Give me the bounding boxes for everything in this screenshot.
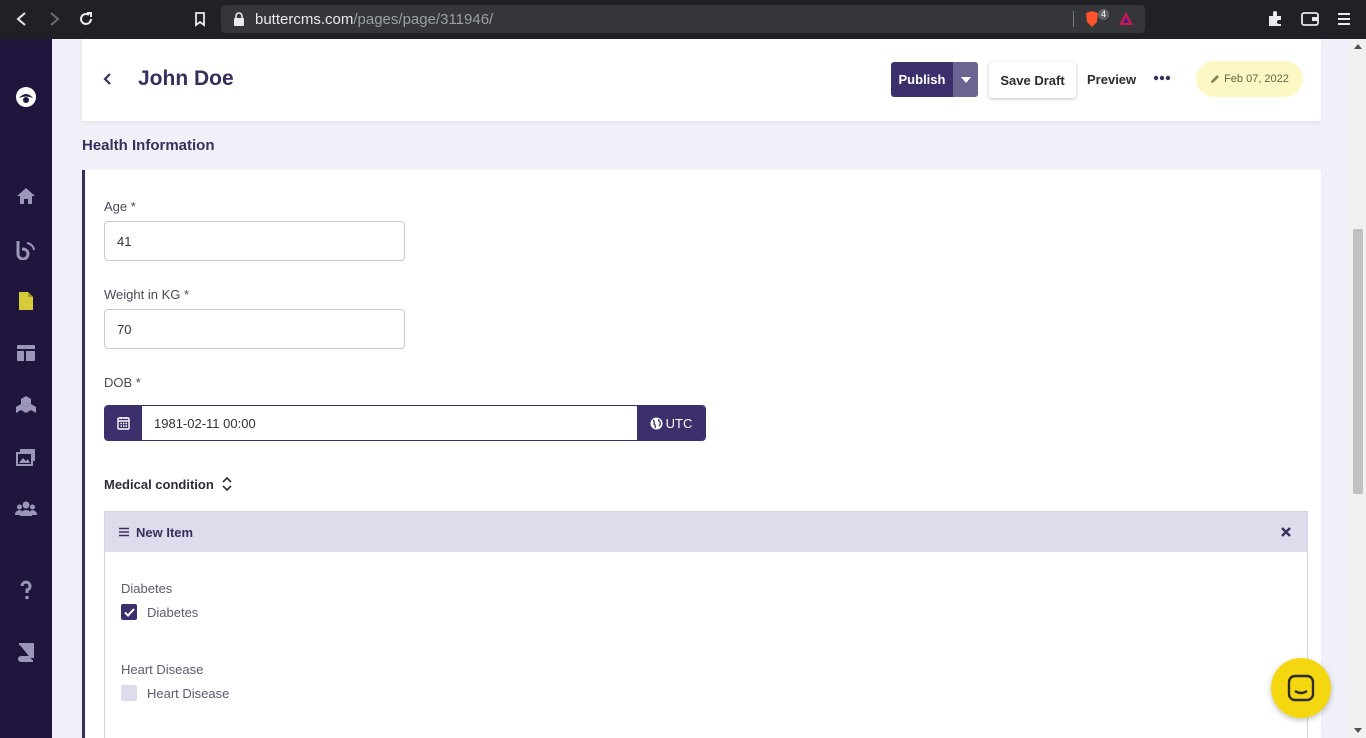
chat-icon: [1287, 674, 1315, 702]
weight-label: Weight in KG *: [104, 287, 190, 302]
heart-disease-checkbox[interactable]: [121, 685, 137, 701]
more-options-icon[interactable]: [1153, 71, 1171, 85]
timezone-button[interactable]: UTC: [637, 406, 705, 440]
sort-toggle-icon[interactable]: [222, 476, 232, 492]
diabetes-checkbox-row[interactable]: Diabetes: [121, 604, 198, 620]
age-label: Age *: [104, 199, 136, 214]
caret-down-icon: [960, 76, 971, 83]
publish-button-group: Publish: [891, 62, 978, 97]
diabetes-option-label: Diabetes: [147, 604, 199, 620]
publish-button[interactable]: Publish: [891, 62, 953, 97]
calendar-icon: [117, 417, 130, 430]
components-icon[interactable]: [15, 394, 37, 416]
repeater-item-title: New Item: [136, 524, 194, 540]
dob-datetime-picker: 1981-02-11 00:00 UTC: [104, 405, 706, 441]
close-icon[interactable]: [1279, 525, 1293, 539]
heart-disease-option-label: Heart Disease: [147, 685, 230, 701]
globe-icon: [650, 417, 663, 429]
users-icon[interactable]: [15, 498, 37, 520]
back-arrow-icon[interactable]: [12, 9, 32, 29]
health-info-form: Age * 41 Weight in KG * 70 DOB * 1981-02…: [82, 170, 1321, 738]
checkmark-icon: [123, 607, 135, 617]
media-icon[interactable]: [15, 446, 37, 468]
timezone-label: UTC: [665, 415, 693, 431]
address-bar[interactable]: buttercms.com/pages/page/311946/ 4: [221, 5, 1145, 33]
chat-widget-button[interactable]: [1271, 658, 1331, 718]
browser-toolbar: buttercms.com/pages/page/311946/ 4: [0, 0, 1366, 39]
blog-icon[interactable]: [15, 238, 37, 260]
repeater-item: New Item Diabetes Diabetes Heart Disease…: [104, 511, 1308, 738]
medical-condition-label: Medical condition: [104, 476, 214, 492]
pencil-icon: [1211, 75, 1220, 83]
save-draft-button[interactable]: Save Draft: [989, 62, 1076, 98]
dob-input[interactable]: 1981-02-11 00:00: [142, 406, 637, 440]
drag-handle-icon[interactable]: [119, 527, 129, 537]
calendar-button[interactable]: [105, 406, 142, 440]
preview-button[interactable]: Preview: [1087, 72, 1136, 87]
wallet-icon[interactable]: [1300, 10, 1320, 28]
dob-label: DOB *: [104, 375, 141, 390]
lock-icon: [234, 12, 244, 26]
forward-arrow-icon[interactable]: [44, 9, 64, 29]
scrollbar-thumb[interactable]: [1353, 229, 1363, 494]
publish-dropdown-button[interactable]: [953, 62, 978, 97]
last-edited-date: Feb 07, 2022: [1224, 73, 1289, 85]
section-title: Health Information: [82, 137, 215, 154]
heart-disease-checkbox-row[interactable]: Heart Disease: [121, 685, 229, 701]
page-title: John Doe: [138, 67, 234, 90]
menu-icon[interactable]: [1336, 10, 1352, 28]
diabetes-checkbox[interactable]: [121, 604, 137, 620]
app-sidebar: [0, 39, 52, 738]
age-input[interactable]: 41: [104, 221, 405, 261]
scroll-down-icon[interactable]: [1354, 728, 1362, 734]
weight-input[interactable]: 70: [104, 309, 405, 349]
medical-condition-header[interactable]: Medical condition: [104, 476, 232, 492]
scroll-up-icon[interactable]: [1354, 43, 1362, 49]
repeater-item-header[interactable]: New Item: [105, 512, 1307, 552]
collections-icon[interactable]: [15, 342, 37, 364]
bookmark-icon[interactable]: [190, 9, 210, 29]
page-scrollbar[interactable]: [1350, 39, 1366, 738]
page-header: John Doe Publish Save Draft Preview Feb …: [82, 39, 1321, 121]
home-icon[interactable]: [15, 185, 37, 207]
butter-logo-icon[interactable]: [15, 86, 37, 108]
diabetes-label: Diabetes: [121, 581, 173, 596]
reload-icon[interactable]: [76, 9, 96, 29]
last-edited-badge: Feb 07, 2022: [1196, 61, 1303, 97]
pages-icon[interactable]: [15, 290, 37, 312]
heart-disease-label: Heart Disease: [121, 662, 204, 677]
docs-book-icon[interactable]: [15, 641, 37, 663]
extensions-icon[interactable]: [1266, 10, 1284, 28]
back-chevron-icon[interactable]: [100, 70, 116, 88]
url-separator: [1073, 11, 1074, 27]
help-icon[interactable]: [15, 579, 37, 601]
shield-count-badge: 4: [1098, 9, 1110, 20]
rewards-triangle-icon[interactable]: [1118, 11, 1134, 27]
url-text: buttercms.com/pages/page/311946/: [255, 11, 494, 28]
